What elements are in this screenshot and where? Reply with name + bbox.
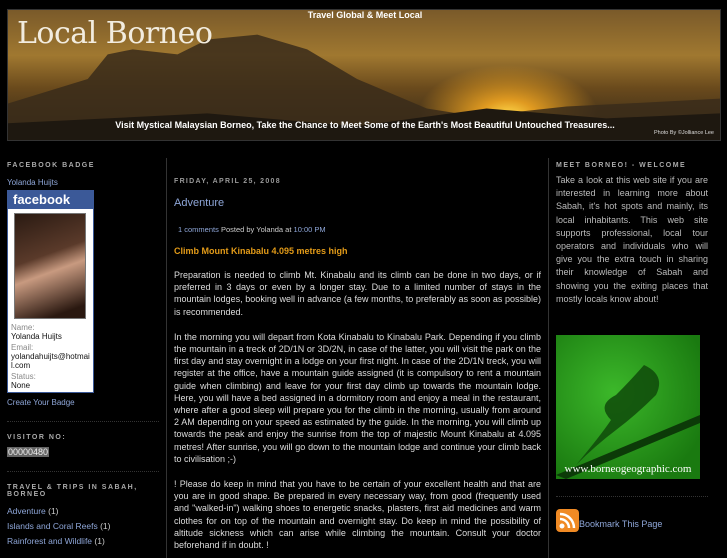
- category-item: Rainforest and Wildlife (1): [7, 534, 159, 549]
- bookmark-widget[interactable]: Bookmark This Page: [556, 509, 708, 533]
- main-post: Friday, April 25, 2008 Adventure 1 comme…: [166, 158, 549, 558]
- email-value: yolandahuijts@hotmail.com: [11, 352, 90, 370]
- welcome-text: Take a look at this web site if you are …: [556, 175, 708, 304]
- comments-link[interactable]: 1 comments: [178, 225, 219, 234]
- category-link-islands[interactable]: Islands and Coral Reefs: [7, 521, 98, 531]
- name-label: Name:: [11, 323, 35, 332]
- rss-icon[interactable]: [556, 509, 579, 533]
- photo-credit: Photo By ©Jolliance Lee: [653, 130, 714, 136]
- bookmark-link[interactable]: Bookmark This Page: [579, 519, 662, 529]
- post-date: Friday, April 25, 2008: [174, 178, 281, 185]
- header-banner[interactable]: Local Borneo Travel Global & Meet Local …: [7, 9, 721, 141]
- post-paragraph: ! Please do keep in mind that you have t…: [174, 479, 541, 551]
- post-meta: 1 comments Posted by Yolanda at 10:00 PM: [178, 225, 541, 234]
- profile-photo: [14, 213, 86, 319]
- visitor-heading: Visitor No:: [7, 434, 67, 441]
- visitor-counter: 00000480: [7, 447, 50, 457]
- facebook-badge-heading: Facebook Badge: [7, 162, 95, 169]
- category-item: Islands and Coral Reefs (1): [7, 519, 159, 534]
- right-sidebar: Meet Borneo! - Welcome Take a look at th…: [556, 162, 708, 533]
- site-description: Visit Mystical Malaysian Borneo, Take th…: [115, 120, 615, 130]
- post-title[interactable]: Adventure: [174, 197, 541, 209]
- borneogeographic-banner[interactable]: www.borneogeographic.com: [556, 335, 700, 480]
- divider: [7, 471, 159, 472]
- banner-url: www.borneogeographic.com: [564, 463, 692, 476]
- travel-heading: Travel & Trips in Sabah, Borneo: [7, 484, 138, 498]
- category-item: Adventure (1): [7, 504, 159, 519]
- profile-link[interactable]: Yolanda Huijts: [7, 178, 58, 187]
- status-label: Status:: [11, 372, 36, 381]
- post-time-link[interactable]: 10:00 PM: [294, 225, 326, 234]
- category-count: (1): [100, 521, 111, 531]
- post-paragraph: In the morning you will depart from Kota…: [174, 331, 541, 464]
- post-paragraph: Preparation is needed to climb Mt. Kinab…: [174, 270, 541, 317]
- status-value: None: [11, 381, 31, 390]
- category-count: (1): [48, 506, 59, 516]
- divider: [7, 421, 159, 422]
- category-link-adventure[interactable]: Adventure: [7, 506, 46, 516]
- posted-by: Posted by Yolanda at: [220, 225, 292, 234]
- divider: [556, 496, 708, 498]
- gecko-icon: [556, 365, 700, 480]
- post-subtitle: Climb Mount Kinabalu 4.095 metres high: [174, 246, 348, 256]
- welcome-heading: Meet Borneo! - Welcome: [556, 162, 687, 169]
- site-tagline: Travel Global & Meet Local: [307, 10, 423, 20]
- facebook-badge[interactable]: facebook Name: Yolanda Huijts Email: yol…: [7, 190, 94, 393]
- site-logo[interactable]: Local Borneo: [17, 16, 213, 51]
- name-value: Yolanda Huijts: [11, 332, 62, 341]
- create-badge-link[interactable]: Create Your Badge: [7, 398, 75, 407]
- email-label: Email:: [11, 343, 34, 352]
- left-sidebar: Facebook Badge Yolanda Huijts facebook N…: [7, 162, 159, 549]
- facebook-logo: facebook: [8, 191, 93, 209]
